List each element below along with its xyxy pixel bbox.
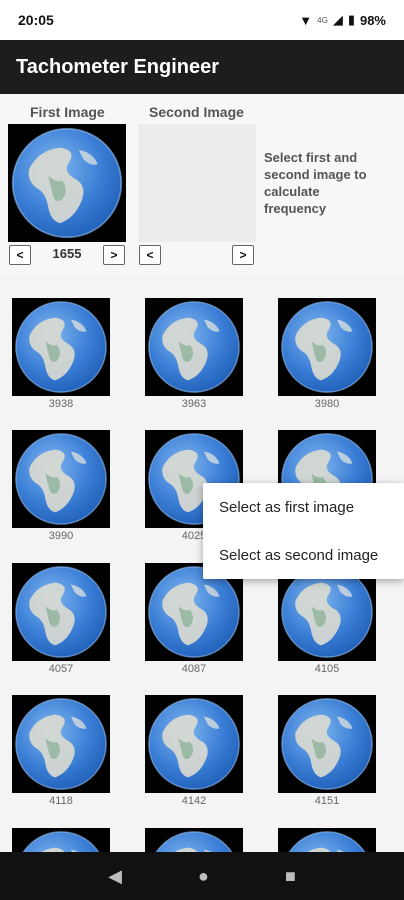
globe-image: [145, 298, 243, 396]
frame-label: 4118: [49, 795, 73, 807]
system-nav-bar: ◀ ● ■: [0, 852, 404, 900]
frame-tile[interactable]: 3938: [12, 298, 110, 412]
recents-icon[interactable]: ■: [285, 866, 296, 887]
globe-image: [8, 124, 126, 242]
battery-level: 98%: [359, 12, 386, 28]
select-second-image-item[interactable]: Select as second image: [203, 531, 404, 579]
globe-image: [145, 828, 243, 852]
frame-tile[interactable]: 4151: [278, 695, 376, 809]
selection-panel: First Image Second Image < 1655 > < > Se…: [0, 94, 404, 274]
globe-image: [12, 828, 110, 852]
globe-image: [145, 695, 243, 793]
frame-label: 4057: [48, 663, 74, 675]
frame-tile[interactable]: 4142: [145, 695, 243, 809]
globe-image: [12, 430, 110, 528]
status-icons: ▼ 4G ◢ ▮ 98%: [299, 12, 386, 28]
back-icon[interactable]: ◀: [108, 866, 122, 887]
frame-tile[interactable]: 3990: [12, 430, 110, 544]
status-bar: 20:05 ▼ 4G ◢ ▮ 98%: [0, 0, 404, 40]
frame-tile[interactable]: [145, 828, 243, 852]
app-bar: Tachometer Engineer: [0, 40, 404, 94]
frame-label: 3980: [314, 398, 340, 410]
frame-tile[interactable]: 4118: [12, 695, 110, 809]
first-next-button[interactable]: >: [103, 245, 125, 265]
frame-label: 3990: [48, 530, 74, 542]
globe-image: [278, 828, 376, 852]
frame-label: 4142: [181, 795, 207, 807]
home-icon[interactable]: ●: [198, 866, 209, 887]
second-prev-button[interactable]: <: [139, 245, 161, 265]
instruction-text: Select first and second image to calcula…: [264, 150, 367, 216]
frame-tile[interactable]: 3963: [145, 298, 243, 412]
globe-image: [12, 298, 110, 396]
frame-label: 4105: [314, 663, 340, 675]
battery-icon: ▮: [347, 12, 355, 27]
frame-tile[interactable]: [278, 828, 376, 852]
network-type: 4G: [317, 15, 328, 25]
frame-tile[interactable]: 4087: [145, 563, 243, 677]
globe-image: [12, 563, 110, 661]
frame-tile[interactable]: [12, 828, 110, 852]
second-next-button[interactable]: >: [232, 245, 254, 265]
first-frame-number: 1655: [52, 246, 82, 261]
status-time: 20:05: [18, 12, 54, 28]
second-image-label: Second Image: [149, 104, 244, 120]
frame-tile[interactable]: 3980: [278, 298, 376, 412]
app-title: Tachometer Engineer: [16, 55, 220, 78]
frame-tile[interactable]: 4105: [278, 563, 376, 677]
context-menu: Select as first image Select as second i…: [203, 483, 404, 579]
globe-image: [278, 695, 376, 793]
signal-icon: ◢: [332, 12, 343, 27]
first-prev-button[interactable]: <: [9, 245, 31, 265]
first-image-label: First Image: [30, 104, 105, 120]
wifi-icon: ▼: [299, 12, 313, 28]
globe-image: [278, 298, 376, 396]
frame-tile[interactable]: 4057: [12, 563, 110, 677]
first-image-preview[interactable]: [8, 124, 126, 242]
frame-label: 4087: [181, 663, 207, 675]
frame-label: 3938: [48, 398, 74, 410]
second-image-preview[interactable]: [138, 124, 256, 242]
select-first-image-item[interactable]: Select as first image: [203, 483, 404, 531]
frame-label: 3963: [181, 398, 207, 410]
frame-label: 4151: [314, 795, 340, 807]
globe-image: [12, 695, 110, 793]
